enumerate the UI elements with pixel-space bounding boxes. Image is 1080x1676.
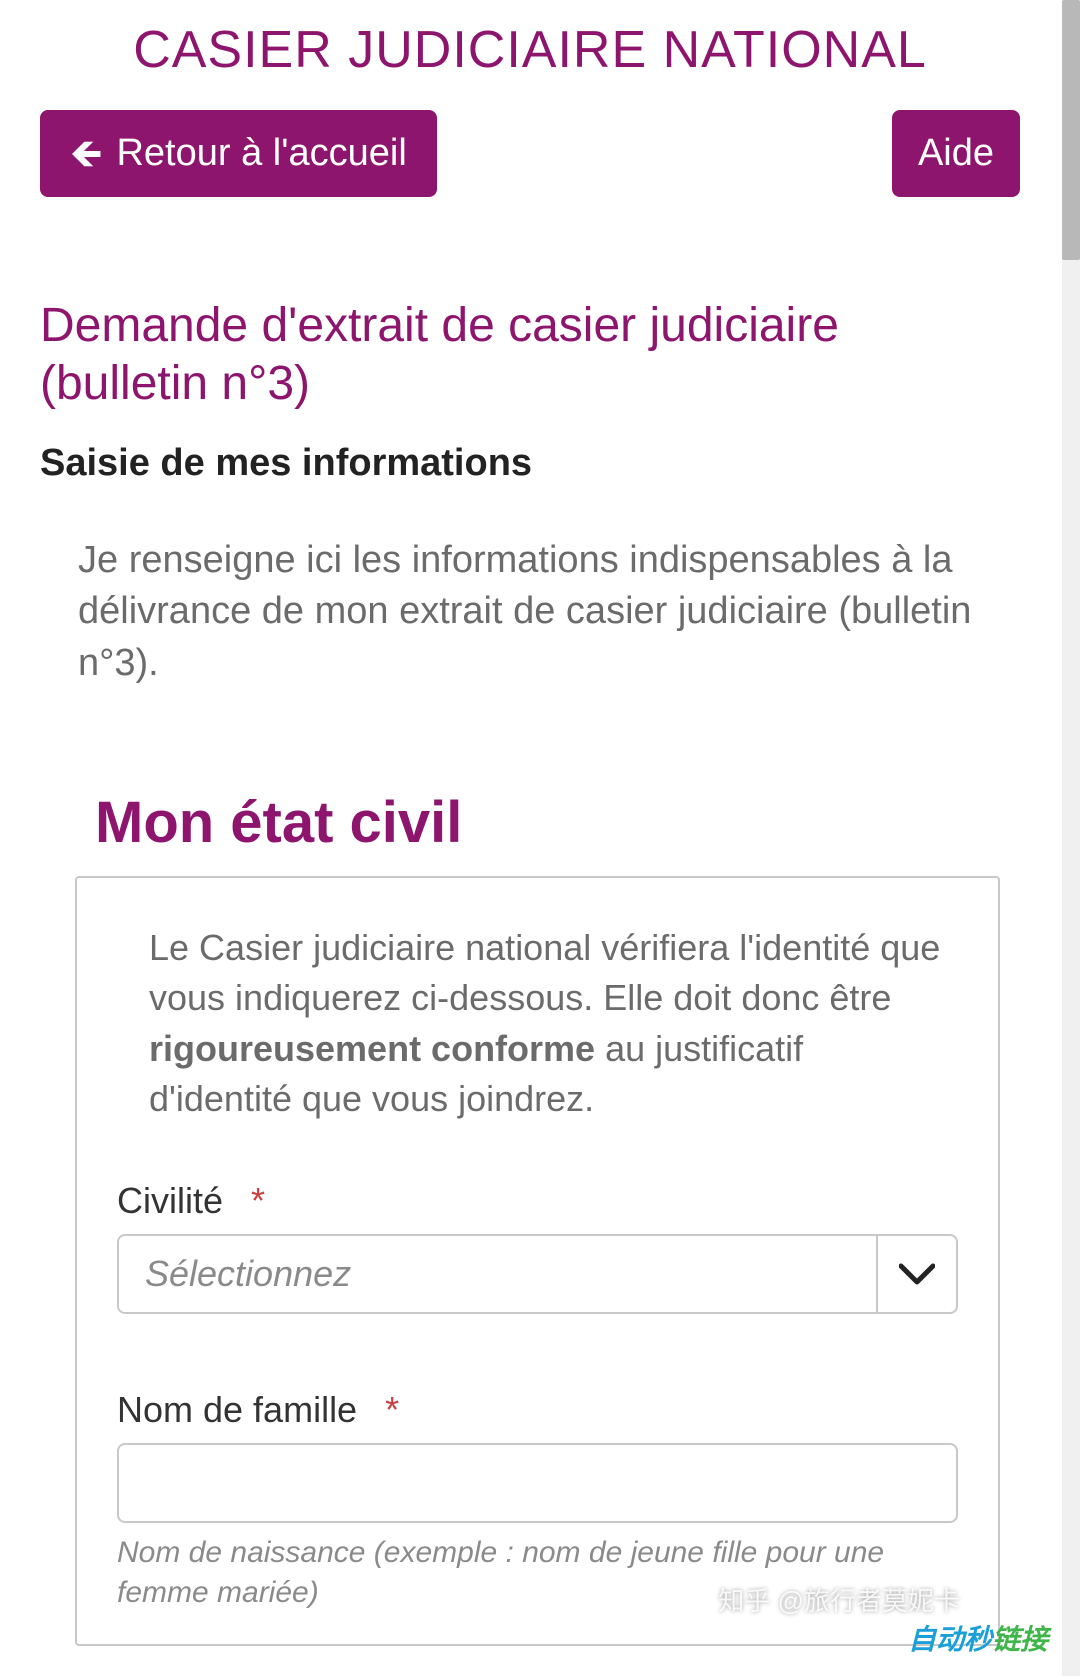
nom-input[interactable] — [117, 1443, 958, 1523]
page-subheading: Saisie de mes informations — [40, 442, 1020, 485]
civilite-select-placeholder: Sélectionnez — [119, 1236, 876, 1312]
section-title-etat-civil: Mon état civil — [40, 789, 1020, 856]
watermark-badge-part1: 自动秒 — [908, 1624, 992, 1655]
civilite-label: Civilité * — [117, 1180, 958, 1222]
intro-text: Je renseigne ici les informations indisp… — [40, 535, 1020, 689]
page-title: Demande d'extrait de casier judiciaire (… — [40, 297, 1020, 412]
nom-label: Nom de famille * — [117, 1389, 958, 1431]
help-button[interactable]: Aide — [892, 110, 1020, 197]
watermark-zhihu: 知乎 @旅行者莫妮卡 — [718, 1581, 960, 1618]
identity-notice-bold: rigoureusement conforme — [149, 1028, 595, 1069]
arrow-left-icon: 🡸 — [70, 134, 102, 174]
site-header-title: CASIER JUDICIAIRE NATIONAL — [40, 0, 1020, 110]
scrollbar-track[interactable] — [1062, 0, 1080, 1676]
civilite-select[interactable]: Sélectionnez — [117, 1234, 958, 1314]
nom-label-text: Nom de famille — [117, 1389, 357, 1430]
watermark-badge-part2: 链接 — [992, 1624, 1048, 1655]
required-asterisk: * — [385, 1389, 399, 1430]
civilite-label-text: Civilité — [117, 1180, 223, 1221]
home-button-label: Retour à l'accueil — [116, 132, 406, 175]
top-button-row: 🡸 Retour à l'accueil Aide — [40, 110, 1020, 197]
help-button-label: Aide — [918, 132, 994, 174]
required-asterisk: * — [251, 1180, 265, 1221]
home-button[interactable]: 🡸 Retour à l'accueil — [40, 110, 437, 197]
form-box-etat-civil: Le Casier judiciaire national vérifiera … — [75, 876, 1000, 1646]
chevron-down-icon — [876, 1236, 956, 1312]
watermark-badge: 自动秒链接 — [908, 1618, 1048, 1658]
scrollbar-thumb[interactable] — [1062, 0, 1080, 260]
identity-notice-pre: Le Casier judiciaire national vérifiera … — [149, 927, 940, 1018]
identity-notice: Le Casier judiciaire national vérifiera … — [117, 923, 958, 1125]
